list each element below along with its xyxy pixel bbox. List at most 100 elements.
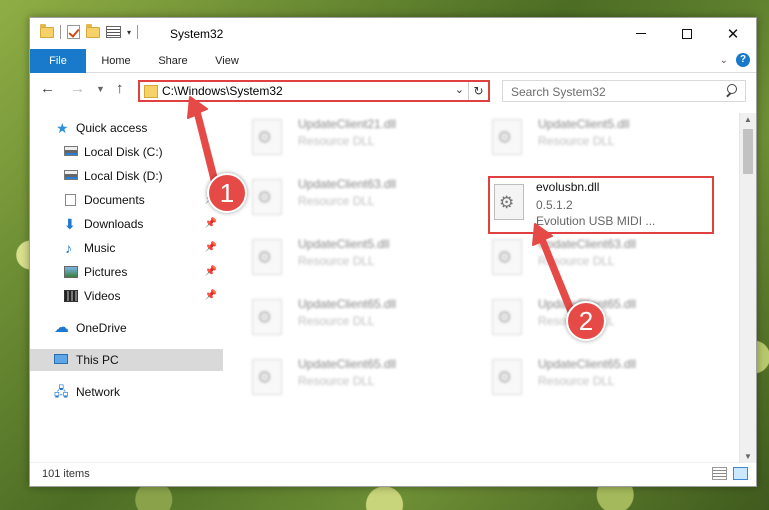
chevron-down-icon[interactable]: ⌄ — [720, 55, 728, 66]
pin-icon[interactable]: 📌 — [205, 285, 217, 307]
sidebar-item-music[interactable]: ♪ Music 📌 — [30, 237, 223, 259]
sidebar-item-this-pc[interactable]: This PC — [30, 349, 223, 371]
sidebar-item-label: Music — [84, 241, 116, 255]
list-item[interactable]: UpdateClient5.dll Resource DLL — [466, 113, 686, 163]
list-item[interactable]: UpdateClient65.dll Resource DLL — [226, 293, 446, 343]
tab-share[interactable]: Share — [148, 49, 198, 73]
tab-file[interactable]: File — [30, 49, 86, 73]
annotation-badge-2: 2 — [566, 301, 606, 341]
sidebar-item-onedrive[interactable]: ☁ OneDrive — [30, 317, 223, 339]
sidebar-item-label: Videos — [84, 289, 121, 303]
file-name: UpdateClient65.dll — [298, 297, 397, 311]
list-item[interactable]: UpdateClient63.dll Resource DLL — [466, 233, 686, 283]
explorer-window: ▾ System32 ✕ File Home Share View ⌄ ? ← … — [29, 17, 757, 487]
address-path[interactable]: C:\Windows\System32 — [162, 84, 283, 98]
file-description: Resource DLL — [538, 254, 615, 268]
file-description: Resource DLL — [298, 194, 375, 208]
item-count: 101 items — [42, 468, 90, 480]
properties-check-icon[interactable] — [67, 25, 80, 39]
pictures-icon — [64, 266, 78, 278]
search-input[interactable]: Search System32 — [502, 80, 746, 102]
file-version: 0.5.1.2 — [536, 198, 573, 212]
sidebar-item-documents[interactable]: Documents 📌 — [30, 189, 223, 211]
pin-icon[interactable]: 📌 — [205, 213, 217, 235]
annotation-badge-1: 1 — [207, 173, 247, 213]
help-icon[interactable]: ? — [736, 53, 750, 67]
file-description: Resource DLL — [298, 134, 375, 148]
list-item[interactable]: UpdateClient65.dll Resource DLL — [226, 353, 446, 403]
sidebar-item-label: Quick access — [76, 121, 148, 135]
chevron-down-icon[interactable]: ⌄ — [455, 83, 464, 96]
refresh-icon[interactable]: ↻ — [468, 82, 488, 100]
sidebar-item-downloads[interactable]: ⬇ Downloads 📌 — [30, 213, 223, 235]
scroll-down-icon[interactable]: ▼ — [744, 452, 752, 461]
sidebar-item-label: Network — [76, 385, 121, 399]
file-list: UpdateClient21.dll Resource DLL UpdateCl… — [226, 113, 740, 463]
window-title: System32 — [170, 27, 224, 41]
sidebar-item-label: Local Disk (D:) — [84, 169, 163, 183]
minimize-button[interactable] — [618, 18, 664, 49]
list-item[interactable]: UpdateClient65.dll Resource DLL — [466, 353, 686, 403]
sidebar-item-local-disk-d[interactable]: Local Disk (D:) — [30, 165, 223, 187]
view-toggle — [712, 467, 748, 480]
list-item[interactable]: UpdateClient63.dll Resource DLL — [226, 173, 446, 223]
computer-icon — [54, 354, 68, 364]
recent-locations-icon[interactable]: ▼ — [96, 84, 105, 94]
sidebar-item-pictures[interactable]: Pictures 📌 — [30, 261, 223, 283]
maximize-button[interactable] — [664, 18, 710, 49]
file-name: UpdateClient63.dll — [298, 177, 397, 191]
close-icon: ✕ — [726, 25, 740, 43]
pin-icon[interactable]: 📌 — [205, 237, 217, 259]
sidebar-item-label: This PC — [76, 353, 119, 367]
sidebar-item-videos[interactable]: Videos 📌 — [30, 285, 223, 307]
search-icon[interactable] — [725, 84, 737, 96]
tab-view[interactable]: View — [205, 49, 249, 73]
search-placeholder: Search System32 — [511, 85, 606, 99]
sidebar-item-label: Documents — [84, 193, 145, 207]
sidebar-item-network[interactable]: 🖧 Network — [30, 381, 223, 403]
quick-access-toolbar: ▾ — [40, 23, 139, 39]
details-view-icon[interactable] — [712, 467, 727, 480]
highlighted-file-evolusbn[interactable]: evolusbn.dll 0.5.1.2 Evolution USB MIDI … — [488, 176, 714, 234]
sidebar-item-quick-access[interactable]: ★ Quick access — [30, 117, 223, 139]
vertical-scrollbar[interactable]: ▲ ▼ — [739, 113, 756, 463]
folder-icon — [40, 23, 54, 38]
forward-arrow-icon[interactable]: → — [70, 80, 85, 97]
file-description: Resource DLL — [538, 374, 615, 388]
rename-icon[interactable] — [106, 26, 121, 38]
toolbar-divider — [60, 25, 61, 39]
sidebar-item-label: Pictures — [84, 265, 128, 279]
address-bar[interactable]: C:\Windows\System32 ⌄ ↻ — [138, 80, 490, 102]
file-description: Resource DLL — [298, 314, 375, 328]
back-arrow-icon[interactable]: ← — [40, 80, 55, 97]
dll-file-icon — [252, 239, 282, 275]
window-controls: ✕ — [618, 18, 756, 49]
new-folder-icon[interactable] — [86, 23, 100, 38]
up-arrow-icon[interactable]: ↑ — [116, 80, 124, 97]
scrollbar-thumb[interactable] — [743, 129, 753, 174]
tiles-view-icon[interactable] — [733, 467, 748, 480]
navigation-bar: ← → ▼ ↑ C:\Windows\System32 ⌄ ↻ Search S… — [30, 74, 756, 108]
dll-file-icon — [252, 299, 282, 335]
network-icon: 🖧 — [54, 384, 69, 399]
folder-icon — [144, 85, 158, 98]
documents-icon — [65, 194, 76, 206]
cloud-icon: ☁ — [54, 319, 69, 336]
tab-home[interactable]: Home — [90, 49, 142, 73]
ribbon-tabs: File Home Share View ⌄ ? — [30, 49, 756, 73]
star-icon: ★ — [56, 120, 69, 136]
dll-file-icon — [492, 299, 522, 335]
dll-file-icon — [492, 119, 522, 155]
sidebar-item-local-disk-c[interactable]: Local Disk (C:) — [30, 141, 223, 163]
pin-icon[interactable]: 📌 — [205, 261, 217, 283]
drive-icon — [64, 146, 78, 156]
sidebar-item-label: Downloads — [84, 217, 144, 231]
list-item[interactable]: UpdateClient21.dll Resource DLL — [226, 113, 446, 163]
customize-toolbar-icon[interactable]: ▾ — [127, 28, 131, 37]
scroll-up-icon[interactable]: ▲ — [744, 115, 752, 124]
close-button[interactable]: ✕ — [710, 18, 756, 49]
drive-icon — [64, 170, 78, 180]
title-bar: ▾ System32 ✕ — [30, 18, 756, 49]
list-item[interactable]: UpdateClient5.dll Resource DLL — [226, 233, 446, 283]
download-icon: ⬇ — [64, 216, 76, 232]
